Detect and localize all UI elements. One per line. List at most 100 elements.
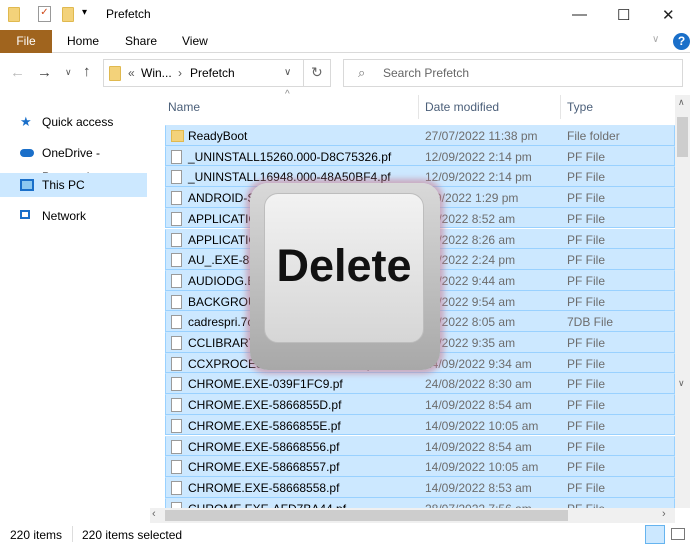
file-type: PF File [567, 356, 606, 371]
nav-label: Network [42, 209, 87, 223]
file-type: PF File [567, 439, 606, 454]
forward-button[interactable]: → [37, 64, 52, 81]
file-date: 12/09/2022 2:14 pm [425, 170, 532, 185]
nav-quick-access[interactable]: ★ Quick access [0, 110, 147, 134]
file-type: PF File [567, 170, 606, 185]
file-row[interactable]: CHROME.EXE-5866855E.pf 14/09/2022 10:05 … [165, 414, 675, 436]
file-type: PF File [567, 336, 606, 350]
tab-file[interactable]: File [0, 30, 52, 53]
file-icon [171, 480, 182, 495]
file-icon [171, 170, 182, 185]
file-icon [171, 211, 182, 226]
key-cap: Delete [264, 193, 424, 343]
file-name: _UNINSTALL15260.000-D8C75326.pf [188, 149, 392, 164]
file-row[interactable]: CHROME.EXE-AFD7BA44.pf 28/07/2022 7:56 a… [165, 497, 675, 508]
file-row[interactable]: CHROME.EXE-58668557.pf 14/09/2022 10:05 … [165, 456, 675, 477]
delete-key-overlay: Delete [250, 183, 440, 370]
breadcrumb-prefetch[interactable]: Prefetch [190, 66, 235, 80]
column-header-date[interactable]: Date modified [425, 95, 499, 119]
file-date: 14/09/2022 8:54 am [425, 398, 532, 413]
scroll-thumb[interactable] [677, 117, 688, 157]
file-type: PF File [567, 398, 606, 413]
file-date: 24/08/2022 8:30 am [425, 377, 532, 392]
scroll-left-icon[interactable]: ‹ [152, 508, 156, 520]
scroll-up-icon[interactable]: ∧ [678, 97, 685, 108]
nav-this-pc[interactable]: This PC [0, 173, 147, 197]
folder-icon [8, 7, 20, 22]
address-dropdown-icon[interactable]: ∨ [284, 67, 291, 78]
file-row[interactable]: CHROME.EXE-5866855D.pf 14/09/2022 8:54 a… [165, 394, 675, 415]
file-type: PF File [567, 149, 606, 164]
file-name: APPLICATIO [188, 211, 258, 226]
ribbon: File Home Share View ∨ ? [0, 30, 690, 53]
file-name: CHROME.EXE-5866855E.pf [188, 418, 341, 433]
file-type: PF File [567, 232, 606, 247]
file-row[interactable]: CHROME.EXE-039F1FC9.pf 24/08/2022 8:30 a… [165, 373, 675, 395]
properties-icon[interactable]: ✓ [38, 6, 51, 22]
scroll-right-icon[interactable]: › [662, 508, 666, 520]
file-row[interactable]: ReadyBoot 27/07/2022 11:38 pm File folde… [165, 125, 675, 146]
minimize-button[interactable]: — [572, 6, 587, 23]
new-folder-icon[interactable] [62, 7, 74, 22]
file-type: PF File [567, 377, 606, 392]
tab-view[interactable]: View [170, 30, 220, 53]
large-icons-view-button[interactable] [671, 528, 685, 540]
help-icon[interactable]: ? [673, 33, 690, 50]
file-date: 14/09/2022 8:54 am [425, 439, 532, 454]
customize-toolbar-icon[interactable]: ▾ [82, 7, 87, 18]
scroll-thumb[interactable] [165, 510, 568, 521]
file-row[interactable]: CHROME.EXE-58668556.pf 14/09/2022 8:54 a… [165, 435, 675, 457]
expand-ribbon-icon[interactable]: ∨ [652, 34, 659, 45]
tab-home[interactable]: Home [55, 30, 111, 53]
horizontal-scrollbar[interactable]: ‹ › [150, 508, 675, 523]
file-row[interactable]: _UNINSTALL15260.000-D8C75326.pf 12/09/20… [165, 145, 675, 167]
breadcrumb-separator: › [178, 66, 182, 80]
file-name: CHROME.EXE-58668556.pf [188, 439, 340, 454]
divider [560, 95, 561, 119]
nav-network[interactable]: Network [0, 204, 147, 228]
up-button[interactable]: ↑ [83, 63, 91, 80]
file-icon [171, 356, 182, 371]
tab-share[interactable]: Share [113, 30, 169, 53]
search-placeholder: Search Prefetch [383, 66, 470, 80]
file-date: 14/09/2022 8:53 am [425, 480, 532, 495]
close-button[interactable]: ✕ [662, 6, 675, 24]
file-icon [171, 377, 182, 392]
column-header-name[interactable]: Name [168, 95, 200, 119]
file-date: 27/07/2022 11:38 pm [425, 129, 538, 143]
file-name: APPLICATIO [188, 232, 258, 247]
vertical-scrollbar[interactable]: ∧ ∨ [675, 95, 690, 508]
breadcrumb-windows[interactable]: Win... [141, 66, 172, 80]
file-date: 14/09/2022 10:05 am [425, 460, 539, 475]
file-name: CHROME.EXE-5866855D.pf [188, 398, 342, 413]
maximize-button[interactable]: ☐ [617, 6, 630, 24]
file-row[interactable]: CHROME.EXE-58668558.pf 14/09/2022 8:53 a… [165, 476, 675, 498]
recent-locations-icon[interactable]: ∨ [65, 67, 72, 78]
star-icon: ★ [20, 114, 32, 129]
scroll-down-icon[interactable]: ∨ [678, 378, 685, 389]
selection-count: 220 items selected [82, 528, 183, 542]
file-icon [171, 460, 182, 475]
window-title: Prefetch [106, 7, 151, 21]
file-icon [171, 315, 182, 330]
column-header-type[interactable]: Type [567, 95, 593, 119]
file-icon [171, 418, 182, 433]
file-name: CHROME.EXE-58668557.pf [188, 460, 340, 475]
divider [303, 60, 304, 86]
file-icon [171, 294, 182, 309]
file-name: CHROME.EXE-58668558.pf [188, 480, 340, 495]
sort-ascending-icon: ^ [285, 89, 290, 100]
refresh-icon[interactable]: ↻ [311, 64, 323, 81]
back-button[interactable]: ← [10, 64, 25, 81]
nav-onedrive[interactable]: OneDrive - Personal [0, 141, 147, 184]
divider [418, 95, 419, 119]
file-icon [171, 232, 182, 247]
file-date: 14/09/2022 9:34 am [425, 356, 532, 371]
network-icon [20, 210, 30, 219]
search-icon: ⌕ [358, 65, 366, 80]
overflow-icon[interactable]: « [128, 66, 135, 80]
details-view-button[interactable] [645, 525, 665, 544]
address-bar[interactable]: « Win... › Prefetch ∨ ↻ [103, 59, 331, 87]
search-input[interactable]: ⌕ Search Prefetch [343, 59, 683, 87]
folder-icon [109, 66, 121, 81]
